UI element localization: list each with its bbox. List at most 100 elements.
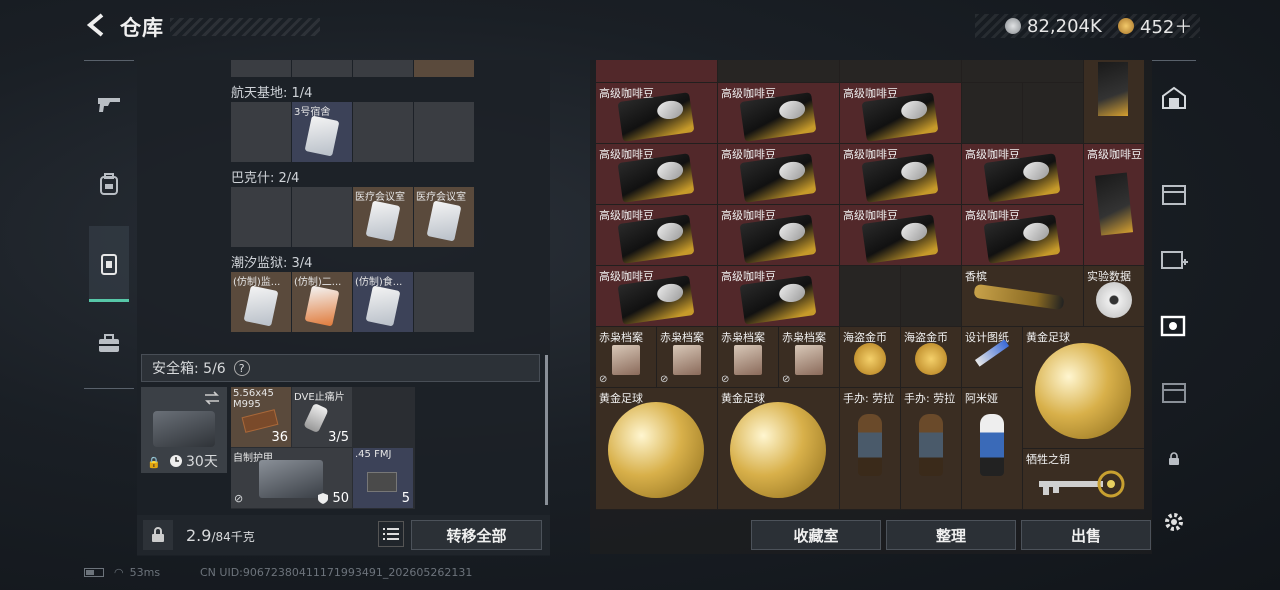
coffee-icon <box>617 275 695 325</box>
help-icon[interactable]: ? <box>233 360 250 376</box>
box-plus-icon <box>1161 251 1188 269</box>
grid-cell[interactable] <box>962 83 1022 143</box>
key-slot[interactable]: 医疗会议室 <box>414 187 474 247</box>
nav-backpack[interactable] <box>90 165 128 203</box>
briefcase-icon <box>99 334 119 352</box>
grid-cell[interactable] <box>962 60 1083 82</box>
gold-ball-icon <box>1035 343 1131 439</box>
swap-icon <box>205 391 219 405</box>
grid-cell[interactable] <box>353 60 413 77</box>
data-disc-item[interactable]: 实验数据 <box>1084 266 1144 326</box>
keycard-icon <box>365 200 401 242</box>
gold-currency[interactable]: 452＋ <box>1118 14 1192 38</box>
painkiller-item[interactable]: DVE止痛片 3/5 <box>292 387 352 447</box>
file-item[interactable]: 赤枭档案 ⊘ <box>657 327 717 387</box>
grid-cell[interactable] <box>353 102 413 162</box>
figure-item[interactable]: 手办: 劳拉 <box>901 388 961 509</box>
coffee-item[interactable]: 高级咖啡豆 <box>840 205 961 265</box>
bottle-icon <box>973 283 1065 311</box>
coffee-item[interactable]: 高级咖啡豆 <box>596 266 717 326</box>
silver-currency[interactable]: 82,204K <box>1005 14 1102 38</box>
coffee-bag-item[interactable]: 高级咖啡豆 <box>1084 144 1144 265</box>
armor-item[interactable]: 自制护甲 ⊘ 50 <box>231 448 352 508</box>
stash-tab-2[interactable] <box>1158 178 1190 210</box>
grid-cell[interactable] <box>901 266 961 326</box>
stash-tab-4[interactable] <box>1158 310 1190 342</box>
grid-cell[interactable] <box>596 60 717 82</box>
coffee-icon <box>739 214 817 264</box>
grid-cell[interactable] <box>718 60 839 82</box>
stash-tab-5[interactable] <box>1158 376 1190 408</box>
figure-item[interactable]: 手办: 劳拉 <box>840 388 900 509</box>
coin-item[interactable]: 海盗金币 <box>840 327 900 387</box>
ammo-item[interactable]: .45 FMJ 5 <box>353 448 413 508</box>
file-item[interactable]: 赤枭档案 ⊘ <box>596 327 656 387</box>
list-view-button[interactable] <box>378 521 404 547</box>
ammo-item[interactable]: 5.56x45 M995 36 <box>231 387 291 447</box>
grid-cell[interactable] <box>414 272 474 332</box>
key-slot[interactable]: 医疗会议室 <box>353 187 413 247</box>
coffee-item[interactable]: 高级咖啡豆 <box>718 144 839 204</box>
stash-tab-1[interactable] <box>1158 82 1190 114</box>
coin-item[interactable]: 海盗金币 <box>901 327 961 387</box>
grid-cell[interactable] <box>231 187 291 247</box>
key-slot[interactable]: (仿制)二... <box>292 272 352 332</box>
coffee-item[interactable]: 高级咖啡豆 <box>962 205 1083 265</box>
transfer-all-button[interactable]: 转移全部 <box>411 520 542 550</box>
collection-button[interactable]: 收藏室 <box>751 520 881 550</box>
organize-button[interactable]: 整理 <box>886 520 1016 550</box>
backpack-icon <box>100 173 118 195</box>
coffee-item[interactable]: 高级咖啡豆 <box>596 144 717 204</box>
grid-cell[interactable] <box>840 266 900 326</box>
sell-button[interactable]: 出售 <box>1021 520 1151 550</box>
case-icon <box>153 411 215 447</box>
coffee-item[interactable]: 高级咖啡豆 <box>718 205 839 265</box>
stash-tab-3[interactable] <box>1158 244 1190 276</box>
nav-briefcase[interactable] <box>90 325 128 363</box>
stash-grid: 高级咖啡豆 高级咖啡豆 高级咖啡豆 高级咖啡豆 高级咖啡豆 高级咖啡豆 高级咖啡… <box>596 60 1144 510</box>
nav-chest-rig[interactable] <box>90 245 128 283</box>
grid-cell[interactable] <box>231 102 291 162</box>
grid-cell[interactable] <box>840 60 961 82</box>
coffee-bag-icon <box>1094 172 1134 236</box>
section-label: 巴克什: 2/4 <box>231 171 300 186</box>
pill-bottle-icon <box>303 402 329 434</box>
coffee-icon <box>861 153 939 203</box>
settings-button[interactable] <box>1158 506 1190 538</box>
coffee-bag-item[interactable] <box>1084 60 1144 143</box>
key-slot[interactable]: (仿制)监... <box>231 272 291 332</box>
back-button[interactable] <box>84 12 110 40</box>
key-slot[interactable]: (仿制)食... <box>353 272 413 332</box>
coffee-item[interactable]: 高级咖啡豆 <box>596 83 717 143</box>
coffee-item[interactable]: 高级咖啡豆 <box>718 266 839 326</box>
coffee-icon <box>617 153 695 203</box>
figure-item[interactable]: 阿米娅 <box>962 388 1022 509</box>
grid-cell[interactable] <box>292 60 352 77</box>
grid-cell[interactable] <box>1023 83 1083 143</box>
grid-cell[interactable] <box>414 60 474 77</box>
key-slot[interactable]: 3号宿舍 <box>292 102 352 162</box>
grid-cell[interactable] <box>231 60 291 77</box>
gold-ball-item[interactable]: 黄金足球 <box>718 388 839 509</box>
champagne-item[interactable]: 香槟 <box>962 266 1083 326</box>
coffee-icon <box>617 214 695 264</box>
gold-ball-item[interactable]: 黄金足球 <box>1023 327 1144 448</box>
grid-cell[interactable] <box>292 187 352 247</box>
key-item[interactable]: 牺牲之钥 <box>1023 449 1144 509</box>
coffee-item[interactable]: 高级咖啡豆 <box>596 205 717 265</box>
blueprint-item[interactable]: 设计图纸 <box>962 327 1022 387</box>
coffee-item[interactable]: 高级咖啡豆 <box>962 144 1083 204</box>
coffee-item[interactable]: 高级咖啡豆 <box>718 83 839 143</box>
gold-ball-item[interactable]: 黄金足球 <box>596 388 717 509</box>
file-item[interactable]: 赤枭档案 ⊘ <box>779 327 839 387</box>
scrollbar[interactable] <box>545 355 548 505</box>
file-item[interactable]: 赤枭档案 ⊘ <box>718 327 778 387</box>
safebox-case[interactable]: 🔒 30天 <box>141 387 227 473</box>
coffee-item[interactable]: 高级咖啡豆 <box>840 83 961 143</box>
coffee-item[interactable]: 高级咖啡豆 <box>840 144 961 204</box>
stash-tab-locked[interactable] <box>1158 443 1190 475</box>
nav-weapon[interactable] <box>90 85 128 123</box>
grid-cell[interactable] <box>414 102 474 162</box>
nav-divider <box>84 388 134 389</box>
coffee-icon <box>983 214 1061 264</box>
